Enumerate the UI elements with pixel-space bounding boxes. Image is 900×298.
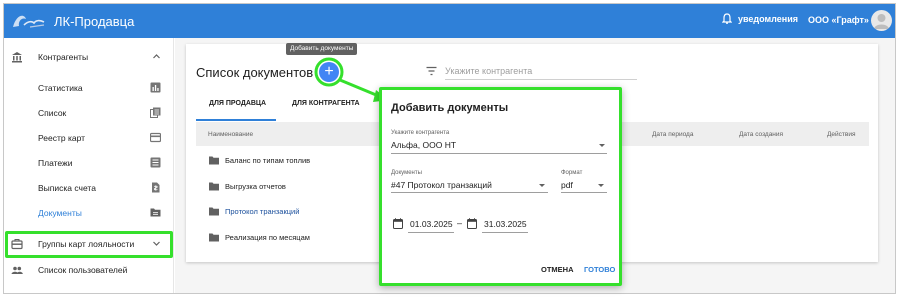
sidebar-item-list[interactable]: Список (4, 102, 174, 124)
format-select[interactable]: pdf (561, 180, 573, 190)
row-name: Реализация по месяцам (225, 232, 310, 242)
sidebar: Контрагенты Статистика Список Реестр кар… (4, 38, 174, 293)
table-row[interactable]: Баланс по типам топлив (209, 153, 310, 167)
column-header-actions: Действия (827, 131, 856, 138)
cancel-button[interactable]: ОТМЕНА (541, 265, 574, 274)
sidebar-item-users[interactable]: Список пользователей (4, 259, 174, 281)
column-header-period-date[interactable]: Дата периода (652, 131, 693, 138)
sidebar-item-label: Реестр карт (38, 133, 86, 143)
file-currency-icon (152, 182, 160, 193)
calendar-icon[interactable] (393, 218, 403, 229)
organization-name[interactable]: ООО «Графт» (808, 15, 869, 25)
folder-icon (209, 156, 219, 164)
row-name: Баланс по типам топлив (225, 155, 311, 165)
folder-icon (209, 207, 219, 215)
credit-card-icon (150, 132, 161, 143)
highlight-frame-documents (5, 231, 173, 258)
dropdown-caret-icon[interactable] (598, 184, 604, 187)
sidebar-item-label: Документы (38, 208, 82, 218)
sidebar-item-contractors[interactable]: Контрагенты (4, 46, 174, 68)
table-row[interactable]: Выгрузка отчетов (209, 179, 286, 193)
chevron-up-icon[interactable] (152, 52, 161, 61)
sidebar-item-documents[interactable]: Документы (4, 202, 174, 224)
sidebar-item-label: Выписка счета (38, 183, 96, 193)
row-name-link[interactable]: Протокол транзакций (225, 207, 299, 216)
folder-icon (209, 182, 219, 190)
dialog-title: Добавить документы (391, 102, 509, 114)
format-field-label: Формат (561, 170, 583, 176)
sidebar-item-statistics[interactable]: Статистика (4, 77, 174, 99)
row-name: Выгрузка отчетов (225, 181, 286, 191)
add-documents-dialog: Добавить документы Укажите контрагента А… (379, 87, 622, 286)
sidebar-item-label: Платежи (38, 158, 73, 168)
contractor-field-underline (391, 153, 607, 154)
format-field-underline (561, 192, 607, 193)
avatar[interactable] (871, 10, 892, 31)
sidebar-item-label: Список (38, 108, 67, 118)
documents-field-underline (391, 192, 548, 193)
documents-select[interactable]: #47 Протокол транзакций (391, 180, 492, 190)
sidebar-item-label: Список пользователей (38, 265, 128, 275)
done-button[interactable]: ГОТОВО (584, 265, 615, 274)
sidebar-item-payments[interactable]: Платежи (4, 152, 174, 174)
sidebar-item-account-statement[interactable]: Выписка счета (4, 177, 174, 199)
date-range-separator: – (457, 218, 463, 228)
sidebar-item-label: Статистика (38, 83, 83, 93)
table-row[interactable]: Протокол транзакций (209, 204, 299, 218)
calendar-icon[interactable] (467, 218, 477, 229)
column-header-created-date[interactable]: Дата создания (739, 131, 783, 138)
page-title: Список документов (196, 65, 314, 80)
active-tab-indicator (196, 119, 276, 121)
app-title: ЛК-Продавца (54, 14, 135, 29)
top-bar: ЛК-Продавца уведомления ООО «Графт» (4, 4, 895, 38)
copy-list-icon (150, 107, 161, 118)
table-row[interactable]: Реализация по месяцам (209, 230, 310, 244)
dropdown-caret-icon[interactable] (539, 184, 545, 187)
users-icon (11, 266, 23, 274)
tab-for-contractor[interactable]: ДЛЯ КОНТРАГЕНТА (292, 100, 360, 107)
list-lines-icon (150, 157, 161, 168)
add-documents-button[interactable]: + (319, 62, 339, 82)
documents-field-label: Документы (391, 170, 422, 176)
column-header-name[interactable]: Наименование (208, 131, 253, 138)
app-logo (13, 15, 45, 28)
user-avatar-icon (874, 14, 889, 29)
date-to-underline (482, 232, 528, 233)
notifications-label: уведомления (738, 14, 798, 24)
add-documents-tooltip: Добавить документы (286, 43, 358, 55)
dropdown-caret-icon[interactable] (599, 144, 605, 147)
sidebar-item-label: Контрагенты (38, 52, 89, 62)
contractor-select[interactable]: Альфа, ООО НТ (391, 140, 456, 150)
date-from-underline (408, 232, 454, 233)
folder-icon (209, 233, 219, 241)
notifications-button[interactable]: уведомления (722, 13, 798, 25)
date-to-input[interactable]: 31.03.2025 (484, 219, 527, 229)
contractor-field-label: Укажите контрагента (391, 130, 450, 136)
date-from-input[interactable]: 01.03.2025 (410, 219, 453, 229)
contractor-filter-input[interactable]: Укажите контрагента (445, 63, 637, 80)
bell-icon (722, 13, 732, 24)
bank-icon (12, 52, 22, 63)
tab-for-seller[interactable]: ДЛЯ ПРОДАВЦА (209, 100, 266, 107)
sidebar-item-card-registry[interactable]: Реестр карт (4, 127, 174, 149)
folder-icon (150, 208, 161, 217)
filter-icon (426, 66, 437, 76)
bar-chart-icon (150, 82, 161, 93)
plus-icon: + (324, 63, 334, 80)
